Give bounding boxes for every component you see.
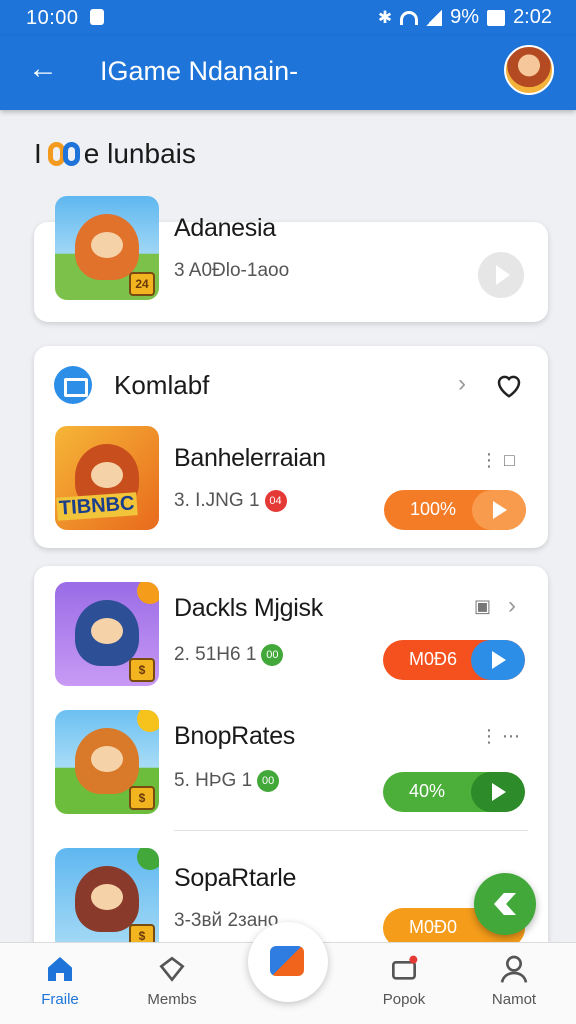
game-meta: 2. 51Н6 1 00 (174, 644, 284, 666)
bluetooth-icon: ✱ (377, 7, 393, 27)
more-horizontal-icon[interactable]: ⋯ (502, 726, 520, 747)
status-time: 10:00 (26, 7, 79, 29)
thumb-tag: $ (129, 658, 155, 682)
lock-icon[interactable]: □ (504, 450, 515, 471)
progress-label: 100% (410, 499, 457, 519)
chevron-right-icon[interactable]: › (508, 592, 516, 620)
meta-badge: 00 (257, 770, 280, 792)
section-prefix: I (34, 138, 42, 169)
nav-item-home[interactable]: Fraile (10, 953, 110, 1008)
progress-label: M0Ð6 (409, 649, 458, 669)
play-icon[interactable] (471, 640, 525, 680)
game-name: BnopRates (174, 722, 295, 750)
featured-game-card[interactable]: 24 Adanesia 3 A0Ðlo-1aoo (34, 196, 548, 322)
section-heading: I e lunbais (34, 138, 196, 170)
game-meta: 3 A0Ðlo-1aoo (174, 260, 290, 281)
thumb-tag: 24 (129, 272, 155, 296)
meta-badge: 00 (261, 644, 284, 666)
nav-center-game-button[interactable] (248, 922, 328, 1002)
game-name: Banhelerraian (174, 444, 326, 472)
nav-item-profile[interactable]: Namot (464, 953, 564, 1008)
game-meta: 5. HÞG 1 00 (174, 770, 280, 792)
play-icon[interactable] (471, 772, 525, 812)
nav-item-shop[interactable]: Popok (354, 953, 454, 1008)
game-list-card: $ Dackls Mjgisk 2. 51Н6 1 00 ▣ › M0Ð6 $ … (34, 566, 548, 966)
gift-icon[interactable]: ▣ (474, 596, 491, 617)
signal-icon (426, 9, 443, 26)
section-title: e lunbais (83, 138, 196, 169)
progress-pill[interactable]: M0Ð6 (383, 640, 525, 680)
divider (174, 830, 528, 831)
battery-icon (487, 9, 506, 26)
oo-logo-icon (47, 142, 80, 166)
nav-label: Fraile (41, 991, 79, 1008)
game-name: Dackls Mjgisk (174, 594, 323, 622)
thumb-tag: $ (129, 786, 155, 810)
more-icon[interactable]: ⋮ (480, 726, 498, 747)
nav-item-members[interactable]: Membs (122, 953, 222, 1008)
avatar[interactable] (504, 45, 554, 95)
game-thumbnail: 24 (55, 196, 159, 300)
progress-label: 40% (409, 781, 446, 801)
tag-icon (159, 956, 185, 982)
progress-pill[interactable]: 100% (384, 490, 526, 530)
group-title: Komlabf (114, 370, 210, 400)
game-thumbnail: $ (55, 848, 159, 952)
app-bar: ← IGame Ndanain- (0, 36, 576, 110)
game-thumbnail: TIBNBC (55, 426, 159, 530)
game-meta: 3. I.JNG 1 04 (174, 490, 287, 512)
status-icons: ✱ 9% 2:02 (378, 6, 552, 29)
play-button[interactable] (478, 252, 524, 298)
battery-percent: 9% (450, 6, 480, 28)
chevron-right-icon[interactable]: › (458, 370, 466, 398)
nav-label: Namot (491, 991, 537, 1008)
status-bar: 10:00 ✱ 9% 2:02 (0, 0, 576, 36)
notification-icon (90, 9, 104, 25)
game-group-card: Komlabf › TIBNBC Banhelerraian 3. I.JNG … (34, 346, 548, 548)
meta-badge: 04 (264, 490, 287, 512)
play-icon[interactable] (472, 490, 526, 530)
cart-icon (392, 955, 418, 980)
profile-icon (500, 955, 528, 983)
home-icon (48, 957, 72, 981)
share-fab-button[interactable] (474, 873, 536, 935)
heart-icon[interactable] (494, 370, 524, 400)
nav-label: Popok (382, 991, 426, 1008)
folder-icon (54, 366, 92, 404)
status-clock: 2:02 (513, 6, 552, 28)
game-name: SopaRtarle (174, 864, 297, 892)
game-thumbnail: $ (55, 710, 159, 814)
wifi-icon (400, 10, 419, 25)
page-title: IGame Ndanain- (100, 56, 299, 86)
more-icon[interactable]: ⋮ (480, 450, 498, 471)
arrow-left-icon[interactable]: ← (28, 52, 58, 86)
progress-label: M0Ð0 (409, 917, 458, 937)
game-thumbnail: $ (55, 582, 159, 686)
game-name: Adanesia (174, 214, 276, 242)
nav-label: Membs (147, 991, 197, 1008)
game-meta: 3-3вй 2зано (174, 910, 279, 931)
progress-pill[interactable]: 40% (383, 772, 525, 812)
